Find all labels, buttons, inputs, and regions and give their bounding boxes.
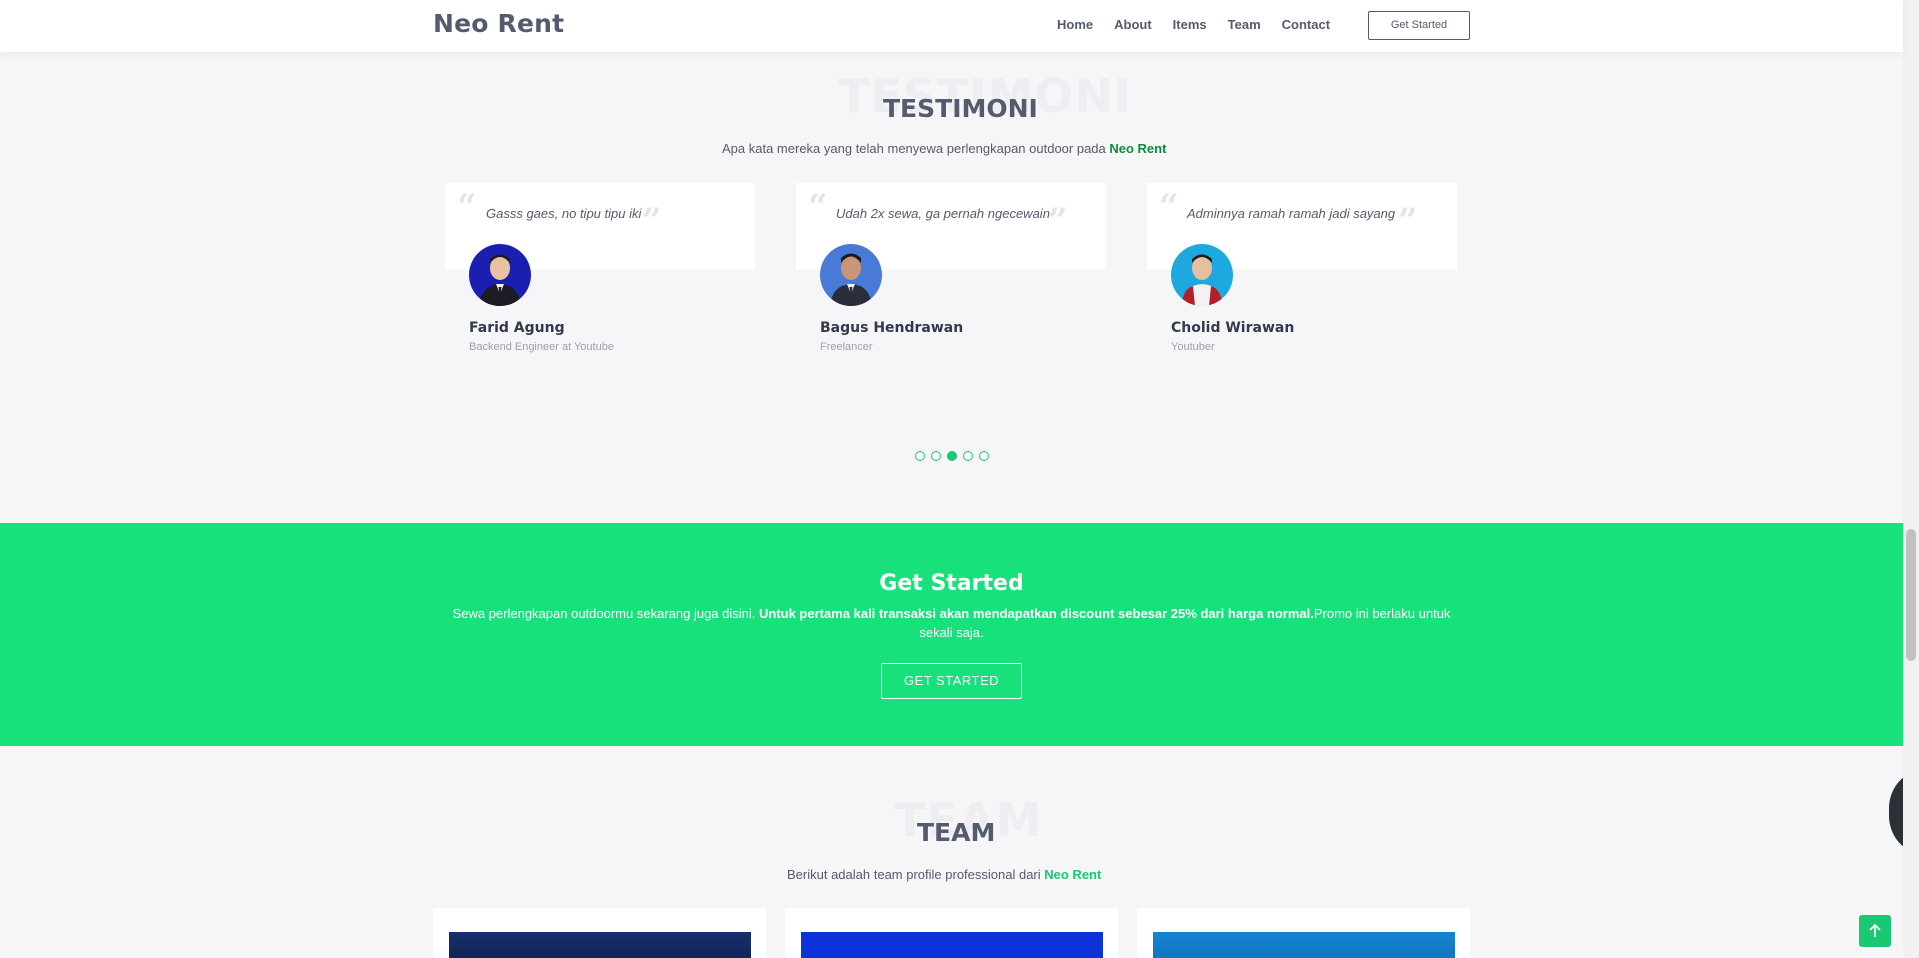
nav-team[interactable]: Team (1228, 17, 1261, 32)
testimonial-name: Cholid Wirawan (1171, 320, 1295, 336)
cta-text: Sewa perlengkapan outdoormu sekarang jug… (445, 604, 1458, 642)
quote-open-icon: “ (808, 187, 828, 227)
get-started-nav-button[interactable]: Get Started (1368, 11, 1470, 40)
testimoni-subtitle: Apa kata mereka yang telah menyewa perle… (722, 141, 1166, 156)
quote-close-icon: ” (1048, 201, 1068, 241)
team-subtitle-text: Berikut adalah team profile professional… (787, 867, 1045, 882)
get-started-button[interactable]: GET STARTED (881, 663, 1022, 699)
carousel-dot[interactable] (963, 451, 973, 461)
carousel-pagination (915, 451, 989, 461)
testimonial-name: Farid Agung (469, 320, 565, 336)
nav-items[interactable]: Items (1173, 17, 1207, 32)
team-card (433, 908, 766, 958)
site-header: Neo Rent Home About Items Team Contact G… (0, 0, 1903, 52)
quote-open-icon: “ (457, 187, 477, 227)
nav-about[interactable]: About (1114, 17, 1152, 32)
carousel-dot[interactable] (931, 451, 941, 461)
testimoni-subtitle-text: Apa kata mereka yang telah menyewa perle… (722, 141, 1110, 156)
avatar (820, 244, 882, 306)
scrollbar-thumb[interactable] (1906, 529, 1916, 661)
testimonial-quote: Udah 2x sewa, ga pernah ngecewain (836, 206, 1050, 221)
testimonial-role: Freelancer (820, 341, 873, 353)
carousel-dot-active[interactable] (947, 451, 957, 461)
team-card (1137, 908, 1470, 958)
avatar (469, 244, 531, 306)
team-photo (801, 932, 1103, 958)
nav-home[interactable]: Home (1057, 17, 1093, 32)
team-card (785, 908, 1118, 958)
quote-close-icon: ” (1398, 201, 1418, 241)
quote-open-icon: “ (1159, 187, 1179, 227)
avatar (1171, 244, 1233, 306)
site-logo[interactable]: Neo Rent (433, 9, 564, 38)
team-title: TEAM (917, 818, 996, 847)
team-photo (449, 932, 751, 958)
page-scrollbar[interactable] (1903, 0, 1919, 958)
testimonial-role: Youtuber (1171, 341, 1215, 353)
nav-contact[interactable]: Contact (1282, 17, 1330, 32)
testimonial-quote: Gasss gaes, no tipu tipu iki (486, 206, 642, 221)
arrow-up-icon[interactable] (1859, 915, 1891, 947)
testimonial-name: Bagus Hendrawan (820, 320, 964, 336)
cta-title: Get Started (879, 571, 1024, 596)
carousel-dot[interactable] (979, 451, 989, 461)
quote-close-icon: ” (642, 201, 662, 241)
testimoni-subtitle-brand: Neo Rent (1109, 141, 1167, 156)
testimonial-quote: Adminnya ramah ramah jadi sayang (1187, 206, 1396, 221)
team-subtitle-brand: Neo Rent (1044, 867, 1102, 882)
team-subtitle: Berikut adalah team profile professional… (787, 867, 1101, 882)
cta-section: Get Started Sewa perlengkapan outdoormu … (0, 523, 1903, 746)
team-photo (1153, 932, 1455, 958)
testimonial-role: Backend Engineer at Youtube (469, 341, 614, 353)
testimoni-title: TESTIMONI (883, 94, 1038, 123)
cta-text-promo: Untuk pertama kali transaksi akan mendap… (758, 606, 1314, 621)
main-nav: Home About Items Team Contact (1057, 17, 1351, 32)
cta-text-intro: Sewa perlengkapan outdoormu sekarang jug… (452, 606, 759, 621)
carousel-dot[interactable] (915, 451, 925, 461)
